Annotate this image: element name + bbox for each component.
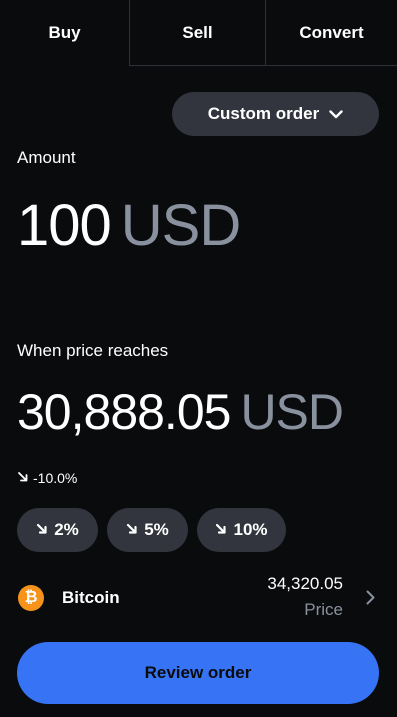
amount-input[interactable]: 100 USD [17, 192, 241, 259]
preset-label: 10% [233, 520, 268, 539]
preset-10-button[interactable]: 10% [197, 508, 286, 552]
limit-price-value: 30,888.05 [17, 384, 231, 440]
order-type-label: Custom order [207, 104, 320, 123]
bitcoin-icon: ₿ [18, 585, 44, 611]
arrow-down-right-icon [17, 470, 29, 486]
price-change: -10.0% [17, 470, 77, 486]
order-tabs: Buy Sell Convert [0, 0, 397, 66]
limit-price-currency: USD [240, 384, 344, 440]
arrow-down-right-icon [36, 520, 48, 540]
limit-price-label: When price reaches [17, 341, 169, 360]
arrow-down-right-icon [126, 520, 138, 540]
review-order-button[interactable]: Review order [17, 642, 379, 704]
preset-label: 2% [54, 520, 79, 539]
amount-currency: USD [120, 193, 241, 258]
order-type-dropdown[interactable]: Custom order [172, 92, 379, 136]
asset-name: Bitcoin [62, 588, 120, 607]
tab-convert[interactable]: Convert [266, 0, 397, 66]
amount-label: Amount [17, 148, 76, 167]
price-change-value: -10.0% [33, 470, 78, 486]
arrow-down-right-icon [215, 520, 227, 540]
tab-sell[interactable]: Sell [129, 0, 266, 66]
chevron-down-icon [329, 109, 343, 119]
chevron-right-icon [366, 590, 375, 610]
asset-price-label: Price [304, 600, 343, 619]
preset-2-button[interactable]: 2% [17, 508, 98, 552]
preset-chips: 2% 5% 10% [17, 508, 286, 552]
tab-buy[interactable]: Buy [0, 0, 129, 66]
preset-5-button[interactable]: 5% [107, 508, 188, 552]
asset-selector[interactable]: ₿ Bitcoin 34,320.05 Price [0, 568, 397, 628]
amount-value: 100 [17, 193, 112, 258]
limit-price-input[interactable]: 30,888.05 USD [17, 383, 344, 441]
asset-price: 34,320.05 [267, 574, 343, 593]
preset-label: 5% [144, 520, 169, 539]
